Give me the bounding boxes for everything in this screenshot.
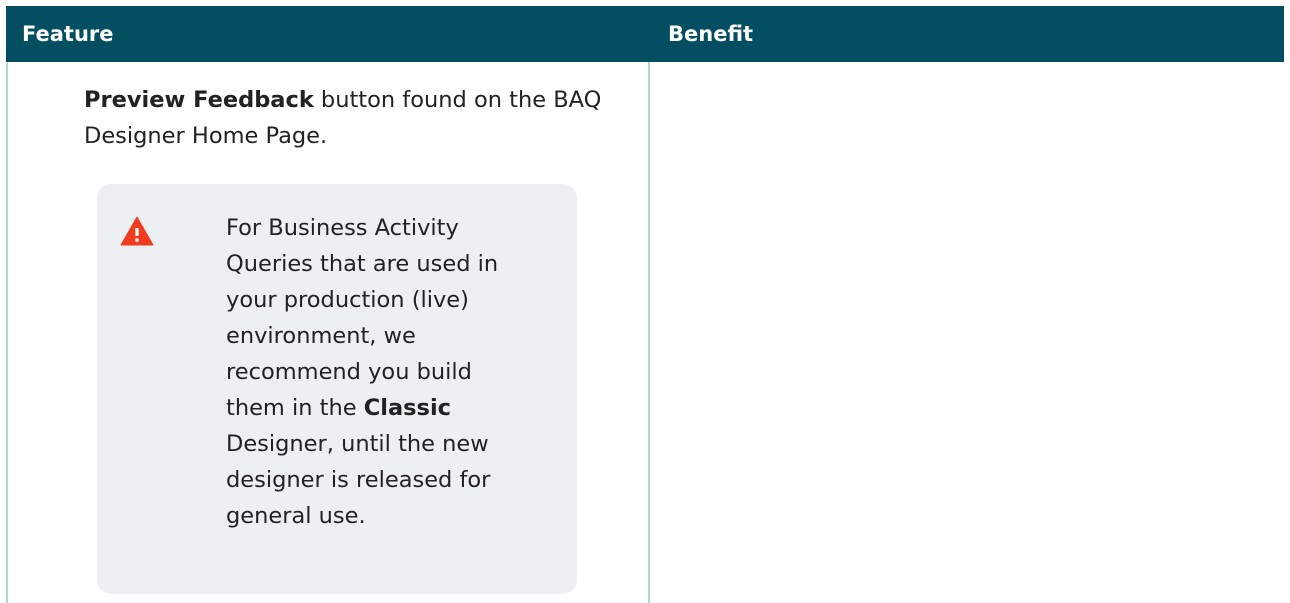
column-divider [648, 62, 650, 603]
feature-column-header: Feature [22, 22, 114, 46]
feature-bold-label: Preview Feedback [84, 87, 314, 113]
note-text-start: For Business Activity Queries that are u… [226, 215, 499, 421]
note-bold-classic: Classic [363, 395, 451, 421]
feature-benefit-table: Feature Benefit Preview Feedback button … [6, 6, 1284, 603]
warning-triangle-icon [120, 216, 154, 246]
benefit-column-header: Benefit [668, 22, 754, 46]
warning-note: For Business Activity Queries that are u… [97, 184, 577, 594]
feature-description: Preview Feedback button found on the BAQ… [84, 82, 604, 154]
warning-note-text: For Business Activity Queries that are u… [226, 210, 526, 534]
left-column-border [6, 62, 8, 603]
note-text-end: Designer, until the new designer is rele… [226, 431, 491, 529]
table-header: Feature Benefit [6, 6, 1284, 62]
